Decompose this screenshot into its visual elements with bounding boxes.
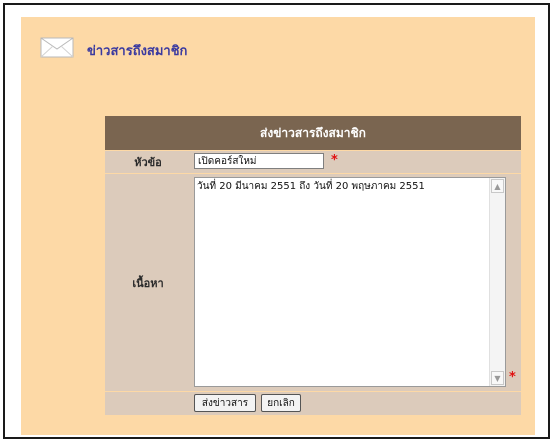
body-field-cell: วันที่ 20 มีนาคม 2551 ถึง วันที่ 20 พฤษภ… <box>191 174 521 391</box>
window-frame: ข่าวสารถึงสมาชิก ส่งข่าวสารถึงสมาชิก หัว… <box>3 3 550 439</box>
body-label: เนื้อหา <box>105 174 191 391</box>
content-panel: ข่าวสารถึงสมาชิก ส่งข่าวสารถึงสมาชิก หัว… <box>21 17 535 435</box>
body-required-mark: * <box>509 370 516 385</box>
subject-required-mark: * <box>331 153 338 168</box>
actions-cell: ส่งข่าวสาร ยกเลิก <box>191 392 521 415</box>
envelope-icon <box>40 37 74 58</box>
news-form: ส่งข่าวสารถึงสมาชิก หัวข้อ เปิดคอร์สใหม่… <box>105 116 521 415</box>
subject-input[interactable]: เปิดคอร์สใหม่ <box>194 153 324 169</box>
textarea-scrollbar[interactable]: ▲ ▼ <box>489 178 505 386</box>
subject-row: หัวข้อ เปิดคอร์สใหม่ * <box>105 151 521 173</box>
cancel-button[interactable]: ยกเลิก <box>261 394 301 412</box>
actions-spacer <box>105 392 191 415</box>
scroll-up-icon[interactable]: ▲ <box>491 179 504 193</box>
subject-label: หัวข้อ <box>105 151 191 173</box>
send-button[interactable]: ส่งข่าวสาร <box>194 394 256 412</box>
subject-field-cell: เปิดคอร์สใหม่ * <box>191 151 521 173</box>
page-title: ข่าวสารถึงสมาชิก <box>87 44 188 59</box>
body-textarea[interactable]: วันที่ 20 มีนาคม 2551 ถึง วันที่ 20 พฤษภ… <box>194 177 506 387</box>
body-row: เนื้อหา วันที่ 20 มีนาคม 2551 ถึง วันที่… <box>105 174 521 391</box>
body-text: วันที่ 20 มีนาคม 2551 ถึง วันที่ 20 พฤษภ… <box>197 181 425 192</box>
form-title: ส่งข่าวสารถึงสมาชิก <box>105 116 521 150</box>
actions-row: ส่งข่าวสาร ยกเลิก <box>105 392 521 415</box>
scroll-down-icon[interactable]: ▼ <box>491 371 504 385</box>
